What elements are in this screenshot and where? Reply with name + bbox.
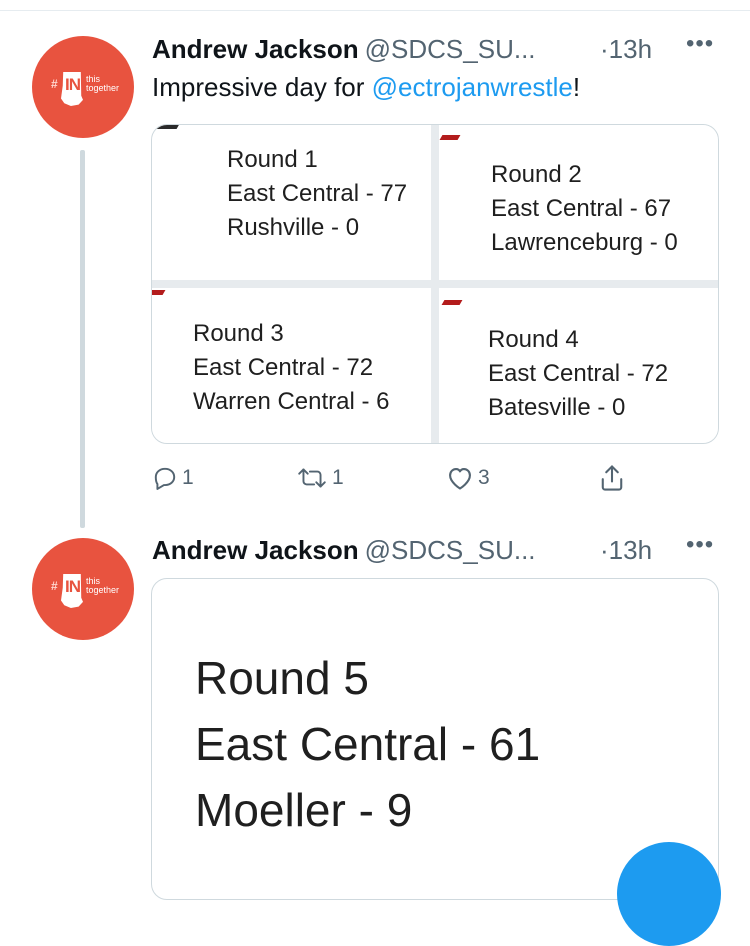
- tweet-text: Impressive day for @ectrojanwrestle!: [152, 72, 581, 102]
- like-icon: [449, 467, 471, 490]
- avatar-hash: #: [51, 77, 58, 91]
- tweet-image-round-2[interactable]: Round 2 East Central - 67 Lawrenceburg -…: [439, 125, 718, 280]
- retweet-icon: [298, 468, 326, 488]
- avatar-hash: #: [51, 579, 58, 593]
- avatar-tagline: this together: [86, 74, 120, 93]
- reply-icon: [154, 467, 176, 490]
- more-options-icon[interactable]: •••: [686, 30, 714, 58]
- avatar-logo-text: IN: [65, 75, 81, 94]
- tweet-timestamp[interactable]: ·13h: [600, 34, 652, 65]
- compose-tweet-button[interactable]: [617, 842, 721, 946]
- tweet-header: Andrew Jackson @SDCS_SU... ·13h •••: [152, 30, 732, 68]
- thread-connector-line: [80, 150, 85, 528]
- share-icon: [601, 465, 623, 491]
- divider: [0, 10, 750, 11]
- tweet-image-round-5[interactable]: Round 5 East Central - 61 Moeller - 9: [151, 578, 719, 900]
- avatar-logo-text: IN: [65, 577, 81, 596]
- reply-count: 1: [182, 466, 194, 489]
- avatar-tagline: this together: [86, 576, 120, 595]
- decorative-mark: [441, 300, 463, 305]
- tweet-actions: 1 1 3: [152, 460, 632, 500]
- tweet-image-round-1[interactable]: Round 1 East Central - 77 Rushville - 0: [152, 125, 431, 280]
- round-card-text: Round 5 East Central - 61 Moeller - 9: [195, 652, 541, 836]
- retweet-count: 1: [332, 466, 344, 489]
- author-name[interactable]: Andrew Jackson: [152, 34, 359, 64]
- like-button[interactable]: 3: [446, 460, 490, 496]
- author-handle[interactable]: @SDCS_SU...: [365, 34, 536, 64]
- decorative-mark: [152, 290, 166, 295]
- round-card-text: Round 1 East Central - 77 Rushville - 0: [227, 146, 408, 241]
- mention-link[interactable]: @ectrojanwrestle: [372, 72, 573, 102]
- tweet-header: Andrew Jackson @SDCS_SU... ·13h •••: [152, 531, 732, 569]
- round-card-text: Round 4 East Central - 72 Batesville - 0: [488, 326, 669, 421]
- tweet-image-round-3[interactable]: Round 3 East Central - 72 Warren Central…: [152, 288, 431, 443]
- like-count: 3: [478, 466, 490, 489]
- decorative-mark: [152, 125, 180, 129]
- round-card-text: Round 2 East Central - 67 Lawrenceburg -…: [491, 161, 678, 256]
- retweet-button[interactable]: 1: [296, 460, 344, 496]
- share-button[interactable]: [598, 460, 626, 496]
- author-handle[interactable]: @SDCS_SU...: [365, 535, 536, 565]
- tweet-timestamp[interactable]: ·13h: [600, 535, 652, 566]
- round-card-text: Round 3 East Central - 72 Warren Central…: [193, 320, 390, 415]
- author-name[interactable]: Andrew Jackson: [152, 535, 359, 565]
- avatar[interactable]: # IN this together: [32, 36, 134, 138]
- decorative-mark: [439, 135, 461, 140]
- tweet-image-grid: Round 1 East Central - 77 Rushville - 0 …: [151, 124, 719, 444]
- tweet-image-round-4[interactable]: Round 4 East Central - 72 Batesville - 0: [439, 288, 718, 443]
- reply-button[interactable]: 1: [152, 460, 194, 496]
- more-options-icon[interactable]: •••: [686, 531, 714, 559]
- avatar[interactable]: # IN this together: [32, 538, 134, 640]
